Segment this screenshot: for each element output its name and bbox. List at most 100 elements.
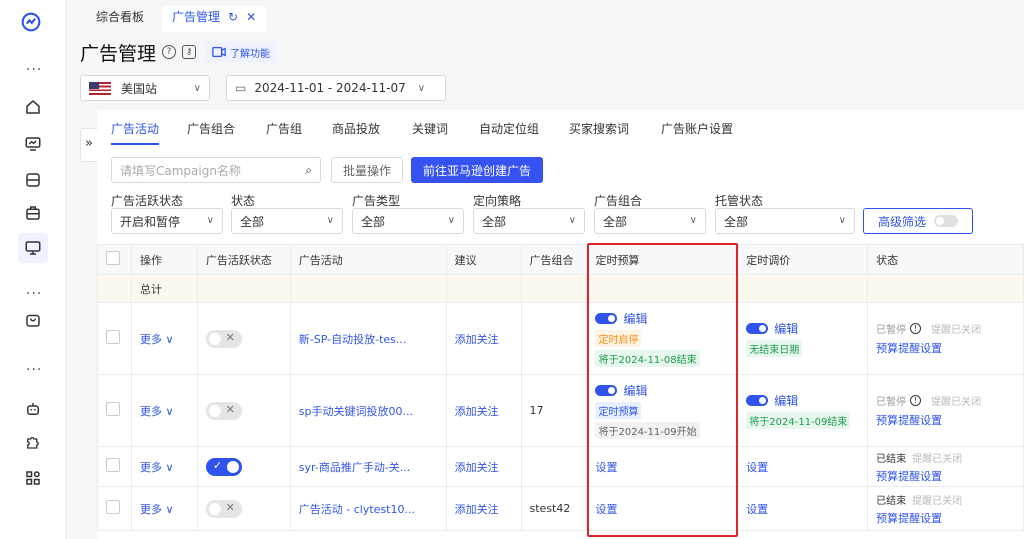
schedule-tag: 定时启停 — [595, 330, 642, 347]
budget-edit[interactable]: 编辑 — [595, 310, 729, 327]
monitor-icon[interactable] — [18, 233, 48, 263]
active-switch[interactable]: ✕ — [205, 401, 242, 420]
filter-label: 广告类型 — [352, 194, 401, 208]
more-dropdown[interactable]: 更多 ∨ — [130, 486, 198, 531]
bid-set-link[interactable]: 设置 — [737, 486, 869, 531]
campaign-link[interactable]: 广告活动 - clytest10... — [289, 486, 447, 531]
active-status-select[interactable]: 开启和暂停 ∨ — [111, 208, 223, 234]
advanced-filter-toggle[interactable] — [934, 215, 958, 227]
budget-edit[interactable]: 编辑 — [595, 382, 729, 399]
managed-status-select[interactable]: 全部 ∨ — [715, 208, 855, 234]
chevron-down-icon: ∨ — [447, 215, 455, 226]
targeting-select[interactable]: 全部 ∨ — [473, 208, 585, 234]
add-follow-link[interactable]: 添加关注 — [445, 302, 522, 375]
date-range-picker[interactable]: ▭ 2024-11-01 - 2024-11-07 ∨ — [226, 75, 446, 101]
more-dropdown[interactable]: 更多 ∨ — [130, 374, 198, 447]
expand-sidebar-button[interactable]: » — [80, 128, 98, 162]
row-checkbox[interactable] — [106, 458, 120, 472]
status-text: 已结束 — [876, 495, 907, 507]
puzzle-icon[interactable] — [23, 432, 43, 452]
table-row: 更多 ∨ ✕ 广告活动 - clytest10... 添加关注 stest42 … — [97, 486, 1024, 531]
bid-switch[interactable] — [746, 323, 769, 334]
subtab-campaigns[interactable]: 广告活动 — [111, 120, 160, 145]
scheduled-budget-cell: 编辑 定时预算 将于2024-11-09开始 — [586, 374, 739, 447]
subtab-auto-targeting[interactable]: 自动定位组 — [479, 120, 539, 137]
active-switch[interactable]: ✕ — [205, 499, 242, 518]
subtab-account-settings[interactable]: 广告账户设置 — [661, 120, 733, 137]
alert-status: 提醒已关闭 — [931, 397, 982, 408]
active-switch[interactable]: ✕ — [205, 329, 242, 348]
row-checkbox[interactable] — [106, 500, 120, 514]
status-select[interactable]: 全部 ∨ — [231, 208, 343, 234]
site-select[interactable]: 美国站 ∨ — [80, 75, 210, 101]
key-icon[interactable]: ⚷ — [182, 45, 197, 59]
bid-edit[interactable]: 编辑 — [746, 320, 859, 337]
more-label: 更多 — [139, 502, 162, 516]
bid-set-link[interactable]: 设置 — [737, 446, 869, 487]
learn-label: 了解功能 — [230, 48, 271, 60]
add-follow-link[interactable]: 添加关注 — [445, 374, 522, 447]
add-follow-link[interactable]: 添加关注 — [445, 486, 522, 531]
subtab-product-targeting[interactable]: 商品投放 — [332, 120, 380, 137]
bag-icon[interactable] — [23, 310, 43, 330]
filter-label: 广告组合 — [594, 194, 643, 208]
budget-alert-link[interactable]: 预算提醒设置 — [876, 340, 1015, 356]
active-switch[interactable]: ✓ — [205, 457, 242, 476]
budget-set-link[interactable]: 设置 — [586, 486, 739, 531]
home-icon[interactable] — [23, 97, 43, 117]
portfolio-cell: 17 — [520, 374, 588, 447]
more-icon[interactable]: ··· — [26, 363, 42, 377]
refresh-icon[interactable]: ↻ — [228, 10, 238, 24]
column-header: 建议 — [445, 244, 522, 275]
budget-alert-link[interactable]: 预算提醒设置 — [876, 510, 1015, 526]
apps-icon[interactable] — [23, 468, 43, 488]
budget-switch[interactable] — [595, 385, 618, 396]
status-cell: 已结束 提醒已关闭 预算提醒设置 — [867, 446, 1024, 487]
more-icon[interactable]: ··· — [26, 287, 42, 301]
create-ad-button[interactable]: 前往亚马逊创建广告 — [411, 157, 543, 183]
more-label: 更多 — [139, 460, 162, 474]
row-checkbox[interactable] — [106, 402, 120, 416]
ad-type-select[interactable]: 全部 ∨ — [352, 208, 464, 234]
select-all-checkbox[interactable] — [106, 251, 120, 265]
subtab-ad-groups[interactable]: 广告组 — [266, 120, 302, 137]
batch-action-button[interactable]: 批量操作 — [331, 157, 403, 183]
bid-edit[interactable]: 编辑 — [746, 392, 859, 409]
learn-feature-button[interactable]: 了解功能 — [206, 42, 277, 62]
select-value: 全部 — [603, 214, 628, 229]
help-icon[interactable]: ? — [162, 45, 177, 59]
portfolio-cell: stest42 — [520, 486, 588, 531]
tab-ad-management[interactable]: 广告管理 ↻ ✕ — [162, 6, 267, 32]
select-value: 全部 — [724, 214, 749, 229]
row-checkbox[interactable] — [106, 330, 120, 344]
more-dropdown[interactable]: 更多 ∨ — [130, 446, 198, 487]
select-all-cell[interactable] — [97, 244, 132, 275]
campaign-link[interactable]: 新-SP-自动投放-tes... — [289, 302, 447, 375]
budget-set-link[interactable]: 设置 — [586, 446, 739, 487]
logo-icon[interactable] — [21, 12, 41, 32]
portfolio-select[interactable]: 全部 ∨ — [594, 208, 706, 234]
close-icon[interactable]: ✕ — [246, 10, 256, 24]
status-line: 已暂停! 提醒已关闭 — [876, 393, 1015, 408]
budget-alert-link[interactable]: 预算提醒设置 — [876, 468, 1015, 484]
budget-alert-link[interactable]: 预算提醒设置 — [876, 412, 1015, 428]
chevron-down-icon: ∨ — [568, 215, 576, 226]
more-icon[interactable]: ··· — [26, 63, 42, 77]
tab-dashboard[interactable]: 综合看板 — [86, 6, 154, 32]
inbox-icon[interactable] — [23, 170, 43, 190]
subtab-portfolios[interactable]: 广告组合 — [187, 120, 235, 137]
advanced-filter-button[interactable]: 高级筛选 — [863, 208, 973, 234]
bid-switch[interactable] — [746, 395, 769, 406]
search-icon[interactable]: ⌕ — [305, 163, 312, 178]
robot-icon[interactable] — [23, 399, 43, 419]
campaign-link[interactable]: syr-商品推广手动-关... — [289, 446, 447, 487]
campaign-link[interactable]: sp手动关键词投放00... — [289, 374, 447, 447]
more-dropdown[interactable]: 更多 ∨ — [130, 302, 198, 375]
budget-switch[interactable] — [595, 313, 618, 324]
dashboard-icon[interactable] — [23, 134, 43, 154]
briefcase-icon[interactable] — [23, 203, 43, 223]
subtab-search-terms[interactable]: 买家搜索词 — [569, 120, 629, 137]
subtab-keywords[interactable]: 关键词 — [412, 120, 448, 137]
add-follow-link[interactable]: 添加关注 — [445, 446, 522, 487]
campaign-search-input[interactable]: 请填写Campaign名称 ⌕ — [111, 157, 321, 183]
